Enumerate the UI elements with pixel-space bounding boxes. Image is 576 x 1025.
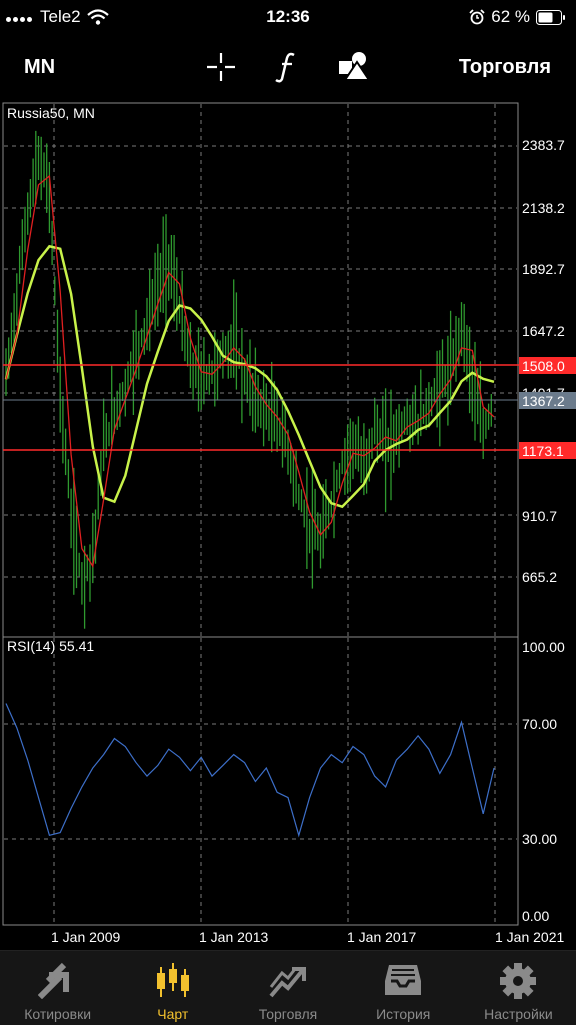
trade-button[interactable]: Торговля [459,56,551,79]
date-tick: 1 Jan 2017 [347,929,416,945]
timeframe-button[interactable]: MN [24,56,55,79]
tab-label: Чарт [157,1006,189,1022]
function-icon[interactable] [274,51,300,83]
level-2-label: 1173.1 [522,443,564,459]
objects-icon[interactable] [337,50,371,82]
symbol-label: Russia50, MN [7,105,95,121]
date-tick: 1 Jan 2013 [199,929,268,945]
chart-frame [2,102,519,926]
tab-label: Настройки [484,1006,553,1022]
tab-bar: Котировки Чарт Торговля История Настройк… [0,950,576,1025]
tab-label: История [376,1006,431,1022]
tab-label: Котировки [24,1006,92,1022]
tab-label: Торговля [258,1006,318,1022]
alarm-icon [469,9,485,25]
chart-area[interactable]: Russia50, MN RSI(14) 55.41 2383.7 2138.2… [0,100,576,950]
tab-history[interactable]: История [346,951,461,1025]
price-tick: 665.2 [522,569,557,585]
current-price-label: 1367.2 [522,393,565,409]
tab-chart[interactable]: Чарт [115,951,230,1025]
trade-icon [269,967,306,998]
quotes-icon [37,962,69,999]
tab-settings[interactable]: Настройки [461,951,576,1025]
rsi-tick: 100.00 [522,639,565,655]
price-tick: 1892.7 [522,261,565,277]
indicator-label: RSI(14) 55.41 [7,638,94,654]
tab-trade[interactable]: Торговля [230,951,345,1025]
rsi-tick: 70.00 [522,716,557,732]
history-inbox-icon [385,965,422,995]
gear-icon [500,963,537,999]
rsi-tick: 30.00 [522,831,557,847]
crosshair-icon[interactable] [205,51,237,83]
price-bars [5,130,492,629]
tab-quotes[interactable]: Котировки [0,951,115,1025]
date-tick: 1 Jan 2009 [51,929,120,945]
battery-icon [536,9,565,25]
price-tick: 1647.2 [522,323,565,339]
candlestick-icon [156,963,189,997]
battery-percent: 62 % [491,7,530,26]
date-tick: 1 Jan 2021 [495,929,564,945]
price-tick: 2138.2 [522,200,565,216]
grid [4,104,517,924]
price-tick: 910.7 [522,508,557,524]
chart-toolbar: MN Торговля [0,40,576,94]
level-1-label: 1508.0 [522,358,565,374]
price-tick: 2383.7 [522,137,565,153]
rsi-line [5,703,495,838]
price-chart[interactable]: Russia50, MN RSI(14) 55.41 2383.7 2138.2… [0,100,576,950]
status-bar: Tele2 12:36 62 % [0,0,576,34]
rsi-tick: 0.00 [522,908,549,924]
